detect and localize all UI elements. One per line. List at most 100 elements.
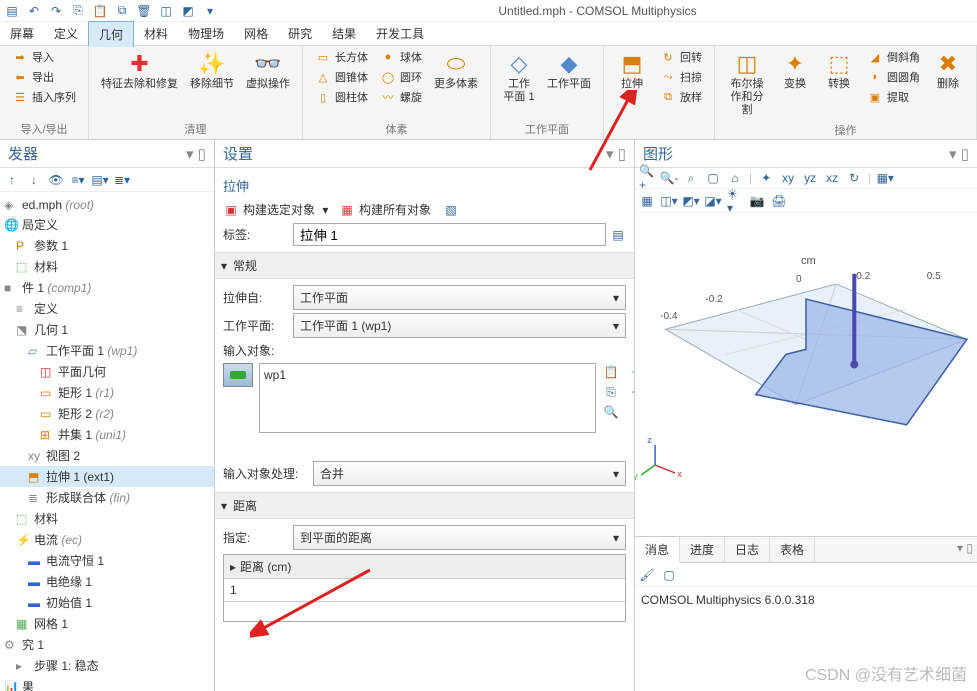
extract-button[interactable]: ▣提取: [863, 88, 924, 106]
tab-define[interactable]: 定义: [44, 21, 88, 46]
build-all-button[interactable]: 构建所有对象: [359, 201, 431, 218]
tree-node[interactable]: ⬚材料: [0, 508, 214, 529]
tree-node[interactable]: ⬚材料: [0, 256, 214, 277]
insert-seq-button[interactable]: ☰插入序列: [8, 88, 80, 106]
undo-icon[interactable]: ↶: [26, 3, 42, 19]
helix-button[interactable]: 〰螺旋: [376, 88, 426, 106]
more-solids-button[interactable]: ⬭更多体素: [430, 48, 482, 93]
delete-button[interactable]: ✖删除: [928, 48, 968, 93]
more-icon[interactable]: ▾: [202, 3, 218, 19]
delete-icon[interactable]: 🗑: [136, 3, 152, 19]
tree-node[interactable]: 🌐局定义: [0, 214, 214, 235]
tree-node[interactable]: 📊果: [0, 676, 214, 691]
revolve-button[interactable]: ↻回转: [656, 48, 706, 66]
tb-list-icon[interactable]: ≡▾: [70, 172, 86, 188]
save-icon[interactable]: ▤: [4, 3, 20, 19]
cone-button[interactable]: △圆锥体: [311, 68, 372, 86]
build-selected-button[interactable]: 构建选定对象: [243, 201, 315, 218]
from-select[interactable]: 工作平面▾: [293, 285, 626, 310]
tree-node[interactable]: ⊞并集 1 (uni1): [0, 424, 214, 445]
camera-icon[interactable]: 📷: [749, 193, 765, 209]
axis-icon[interactable]: ✦: [758, 170, 774, 186]
input-objects-list[interactable]: wp1 📋 ⎘ 🔍 + −: [259, 363, 596, 433]
tree-node[interactable]: ■件 1 (comp1): [0, 277, 214, 298]
tree-node[interactable]: ◫平面几何: [0, 361, 214, 382]
home-icon[interactable]: ⌂: [727, 170, 743, 186]
tree-node[interactable]: ▬电流守恒 1: [0, 550, 214, 571]
loft-button[interactable]: ⧉放样: [656, 88, 706, 106]
import-button[interactable]: ➡导入: [8, 48, 80, 66]
convert-button[interactable]: ⬚转换: [819, 48, 859, 93]
paste-icon[interactable]: 📋: [92, 3, 108, 19]
duplicate-icon[interactable]: ⧉: [114, 3, 130, 19]
torus-button[interactable]: ◯圆环: [376, 68, 426, 86]
win-icon[interactable]: ◫▾: [661, 193, 677, 209]
graphics-canvas[interactable]: cm -0.4 -0.2 0 0.2 0.5 x: [635, 213, 977, 536]
boolean-button[interactable]: ◫布尔操作和分割: [723, 48, 771, 120]
chamfer-button[interactable]: ◢倒斜角: [863, 48, 924, 66]
workplane1-button[interactable]: ◇工作 平面 1: [499, 48, 539, 106]
tab-progress[interactable]: 进度: [680, 537, 725, 562]
tree-node[interactable]: ▭矩形 2 (r2): [0, 403, 214, 424]
panel-dropdown-icon[interactable]: ▾ ▯: [186, 145, 206, 163]
sphere-button[interactable]: ●球体: [376, 48, 426, 66]
tab-study[interactable]: 研究: [278, 21, 322, 46]
select-icon[interactable]: ◫: [158, 3, 174, 19]
light-icon[interactable]: ☀▾: [727, 193, 743, 209]
transform-button[interactable]: ✦变换: [775, 48, 815, 93]
print-icon[interactable]: 🖨: [771, 193, 787, 209]
tree-node[interactable]: ▱工作平面 1 (wp1): [0, 340, 214, 361]
tb-sort-icon[interactable]: ≣▾: [114, 172, 130, 188]
handle-select[interactable]: 合并▾: [313, 461, 626, 486]
tree-node[interactable]: ≣形成联合体 (fin): [0, 487, 214, 508]
tree-node[interactable]: ⚙究 1: [0, 634, 214, 655]
tb-up-icon[interactable]: ↑: [4, 172, 20, 188]
build-selected-icon[interactable]: ▣: [223, 202, 239, 218]
tab-results[interactable]: 结果: [322, 21, 366, 46]
section-general[interactable]: ▾ 常规: [215, 252, 634, 279]
tree-node[interactable]: ⚡电流 (ec): [0, 529, 214, 550]
tab-mesh[interactable]: 网格: [234, 21, 278, 46]
list-item[interactable]: wp1: [264, 368, 286, 382]
tab-messages[interactable]: 消息: [635, 537, 680, 563]
remove-detail-button[interactable]: ✨移除细节: [186, 48, 238, 93]
export-button[interactable]: ⬅导出: [8, 68, 80, 86]
redo-icon[interactable]: ↷: [48, 3, 64, 19]
tab-screen[interactable]: 屏幕: [0, 21, 44, 46]
tb-col-icon[interactable]: ▤▾: [92, 172, 108, 188]
tree-node[interactable]: P参数 1: [0, 235, 214, 256]
rot-icon[interactable]: ↻: [846, 170, 862, 186]
tab-table[interactable]: 表格: [770, 537, 815, 562]
paste-icon[interactable]: 📋: [603, 364, 619, 380]
help-icon[interactable]: ◩: [180, 3, 196, 19]
tree-node[interactable]: ▬电绝缘 1: [0, 571, 214, 592]
tab-geometry[interactable]: 几何: [88, 21, 134, 47]
label-extra-icon[interactable]: ▤: [610, 227, 626, 243]
tab-log[interactable]: 日志: [725, 537, 770, 562]
wp-select[interactable]: 工作平面 1 (wp1)▾: [293, 313, 626, 338]
tree-node[interactable]: ▸步骤 1: 稳态: [0, 655, 214, 676]
distance-cell[interactable]: 1: [224, 578, 625, 601]
tree-node[interactable]: ⬔几何 1: [0, 319, 214, 340]
spec-select[interactable]: 到平面的距离▾: [293, 525, 626, 550]
grid-icon[interactable]: ▦: [639, 193, 655, 209]
zoom-box-icon[interactable]: ▢: [705, 170, 721, 186]
sel-icon[interactable]: ◩▾: [683, 193, 699, 209]
tree-node[interactable]: ≡定义: [0, 298, 214, 319]
msg-dropdown-icon[interactable]: ▾ ▯: [953, 537, 977, 562]
xy-icon[interactable]: xy: [780, 170, 796, 186]
tree-node[interactable]: ◈ed.mph (root): [0, 196, 214, 214]
empty-cell[interactable]: [224, 601, 625, 621]
tree-node[interactable]: xy视图 2: [0, 445, 214, 466]
tree-node[interactable]: ▦网格 1: [0, 613, 214, 634]
extrude-button[interactable]: ⬒拉伸: [612, 48, 652, 93]
hide-icon[interactable]: ◪▾: [705, 193, 721, 209]
cuboid-button[interactable]: ▭长方体: [311, 48, 372, 66]
yz-icon[interactable]: yz: [802, 170, 818, 186]
brush-icon[interactable]: 🖌: [639, 567, 655, 583]
tb-down-icon[interactable]: ↓: [26, 172, 42, 188]
add-icon[interactable]: +: [627, 364, 634, 380]
virtual-op-button[interactable]: 👓虚拟操作: [242, 48, 294, 93]
tab-material[interactable]: 材料: [134, 21, 178, 46]
defeature-button[interactable]: ✚特征去除和修复: [97, 48, 182, 93]
